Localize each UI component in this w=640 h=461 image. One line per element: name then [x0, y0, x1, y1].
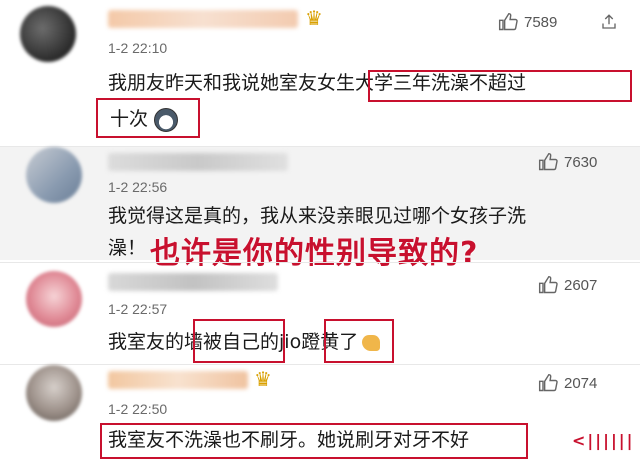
highlight-box — [368, 70, 632, 102]
like-button[interactable]: 2074 — [538, 373, 597, 393]
like-count: 7630 — [564, 153, 598, 171]
like-count: 2607 — [564, 276, 598, 294]
comment-text-part: 我朋友昨天和我说她室友 — [108, 72, 318, 94]
comment-item: 2607 1-2 22:57 我室友的墙被自己的jio蹬黄了 — [0, 263, 640, 363]
comment-item: ♛ 7589 1-2 22:10 我朋友昨天和我说她室友女生大学三年洗澡不超过 … — [0, 0, 640, 146]
like-button[interactable]: 7630 — [538, 152, 597, 172]
share-icon[interactable] — [600, 13, 618, 31]
comment-text-part: 我室友的 — [108, 331, 185, 353]
avatar[interactable] — [26, 147, 82, 203]
thumbs-up-icon — [538, 373, 558, 392]
crown-icon: ♛ — [254, 367, 272, 391]
like-count: 7589 — [524, 13, 558, 31]
highlight-box — [193, 319, 285, 363]
highlight-box — [324, 319, 394, 363]
thumbs-up-icon — [498, 12, 518, 31]
highlight-box — [96, 98, 200, 138]
comment-item: ♛ 2074 1-2 22:50 我室友不洗澡也不刷牙。她说刷牙对牙不好 <||… — [0, 365, 640, 461]
username[interactable] — [108, 10, 298, 28]
thumbs-up-icon — [538, 152, 558, 171]
like-count: 2074 — [564, 374, 598, 392]
decoration-dots: <|||||| — [572, 431, 635, 450]
comment-time: 1-2 22:50 — [108, 401, 168, 417]
username[interactable] — [108, 273, 278, 291]
avatar[interactable] — [26, 365, 82, 421]
highlight-box — [100, 423, 528, 459]
avatar[interactable] — [26, 271, 82, 327]
comment-time: 1-2 22:57 — [108, 301, 168, 317]
avatar[interactable] — [20, 6, 76, 62]
username[interactable] — [108, 371, 248, 389]
like-button[interactable]: 7589 — [498, 12, 557, 32]
like-button[interactable]: 2607 — [538, 275, 597, 295]
comment-time: 1-2 22:56 — [108, 179, 168, 195]
comment-text: 澡！ — [108, 237, 147, 259]
username[interactable] — [108, 153, 288, 171]
comment-time: 1-2 22:10 — [108, 40, 168, 56]
thumbs-up-icon — [538, 275, 558, 294]
crown-icon: ♛ — [305, 6, 323, 30]
